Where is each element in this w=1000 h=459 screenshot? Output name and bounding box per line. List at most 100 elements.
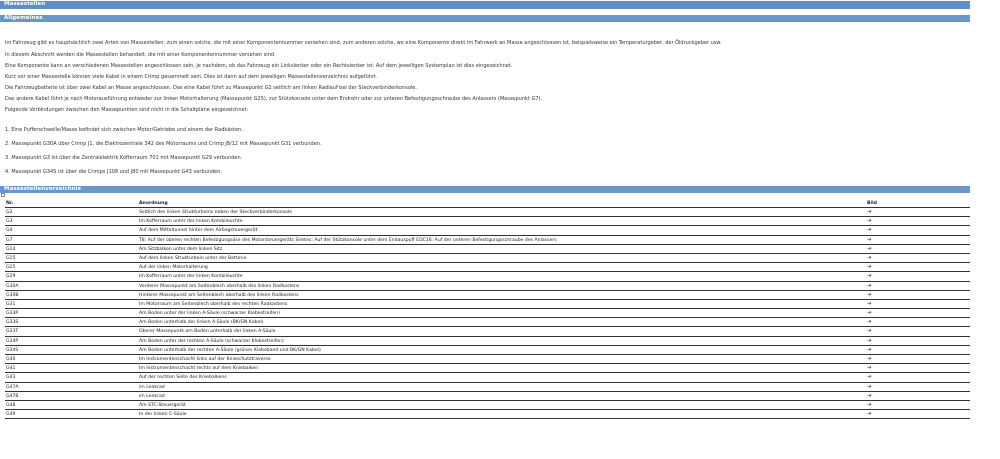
picture-link-arrow-icon[interactable]: ➜ (867, 291, 872, 300)
picture-link-arrow-icon[interactable]: ➜ (867, 208, 872, 217)
numbered-item-3: 3. Massepunkt G3 ist über die Zentralele… (5, 155, 243, 161)
ground-point-location: In der linken C-Säule (139, 412, 187, 418)
table-row: G14 Am Sitzbalken unter dem linken Sitz ➜ (5, 245, 970, 254)
table-row: G4 Auf dem Mitteltunnel hinter dem Airbag… (5, 226, 970, 236)
ground-point-number: G48 (6, 402, 16, 408)
numbered-item-1: 1. Eine Pufferschwelle/Masse befindet si… (5, 127, 243, 133)
table-body: G2 Seitlich des linken Strukturbeins nebe… (5, 208, 970, 420)
intro-paragraph-1: Im Fahrzeug gibt es hauptsächlich zwei A… (5, 40, 722, 46)
ground-point-number: G34P (6, 338, 19, 344)
ground-point-number: G41 (6, 366, 16, 372)
picture-link-arrow-icon[interactable]: ➜ (867, 410, 872, 419)
ground-point-number: G30B (6, 292, 19, 298)
table-row: G29 Im Kofferraum unter der linken Kombil… (5, 272, 970, 282)
picture-link-arrow-icon[interactable]: ➜ (867, 346, 872, 355)
ground-point-location: Vorderer Massepunkt am Seitenblech oberh… (139, 283, 300, 289)
table-row: G30B Hinterer Massepunkt am Seitenblech o… (5, 291, 970, 300)
intro-paragraph-2: In diesem Abschnitt werden die Massestel… (5, 52, 276, 58)
table-header-row: Nr. Anordnung Bild (5, 200, 970, 208)
numbered-item-2: 2. Massepunkt G30A über Crimp J1, die El… (5, 141, 322, 147)
ground-point-number: G33P (6, 311, 19, 317)
picture-link-arrow-icon[interactable]: ➜ (867, 236, 872, 245)
ground-point-number: G7 (6, 237, 13, 243)
table-row: G33S Am Boden unterhalb der linken A-Säul… (5, 318, 970, 328)
picture-link-arrow-icon[interactable]: ➜ (867, 300, 872, 309)
ground-point-location: Am Boden unterhalb der rechten A-Säule (… (139, 347, 321, 353)
picture-link-arrow-icon[interactable]: ➜ (867, 263, 872, 272)
ground-point-location: Im Kofferraum unter der linken Kombileuc… (139, 274, 243, 280)
ground-point-location: Hinterer Massepunkt am Seitenblech oberh… (139, 292, 299, 298)
ground-point-location: Auf der linken Motorhalterung (139, 265, 208, 271)
picture-link-arrow-icon[interactable]: ➜ (867, 217, 872, 226)
ground-point-location: Im Instrumentenschacht rechts auf dem Kn… (139, 366, 259, 372)
ground-point-location: im Lenkrad (139, 384, 165, 390)
table-row: G48 Am STC-Steuergerät ➜ (5, 401, 970, 411)
table-row: G25 Auf der linken Motorhalterung ➜ (5, 263, 970, 273)
ground-point-location: Auf der rechten Seite des Kniebalkens (139, 375, 227, 381)
table-row: G15 Auf dem linken Strukturbein unter der… (5, 254, 970, 264)
column-header-bild: Bild (867, 201, 877, 206)
ground-point-number: G3 (6, 219, 13, 225)
picture-link-arrow-icon[interactable]: ➜ (867, 318, 872, 327)
picture-link-arrow-icon[interactable]: ➜ (867, 337, 872, 346)
picture-link-arrow-icon[interactable]: ➜ (867, 309, 872, 318)
picture-link-arrow-icon[interactable]: ➜ (867, 355, 872, 364)
ground-point-number: G33S (6, 320, 19, 326)
intro-paragraph-4: Kurz vor einer Massestelle können viele … (5, 74, 378, 80)
ground-point-location: Auf dem linken Strukturbein unter der Ba… (139, 255, 247, 261)
section-header-general: Allgemeines (0, 15, 970, 22)
picture-link-arrow-icon[interactable]: ➜ (867, 282, 872, 291)
picture-link-arrow-icon[interactable]: ➜ (867, 373, 872, 382)
picture-link-arrow-icon[interactable]: ➜ (867, 272, 872, 281)
ground-point-number: G34S (6, 347, 19, 353)
picture-link-arrow-icon[interactable]: ➜ (867, 254, 872, 263)
picture-link-arrow-icon[interactable]: ➜ (867, 226, 872, 235)
ground-point-location: Am STC-Steuergerät (139, 402, 186, 408)
ground-point-location: Seitlich des linken Strukturbeins neben … (139, 210, 292, 215)
picture-link-arrow-icon[interactable]: ➜ (867, 364, 872, 373)
page-title-bar: Massestellen (0, 1, 970, 9)
ground-point-location: Am Boden unter der rechten A-Säule (schw… (139, 338, 284, 344)
ground-point-number: G14 (6, 246, 16, 252)
ground-point-location: Im Motorraum am Seitenblech oberhalb des… (139, 301, 288, 307)
picture-link-arrow-icon[interactable]: ➜ (867, 392, 872, 401)
table-row: G49 In der linken C-Säule ➜ (5, 410, 970, 420)
ground-point-number: G15 (6, 255, 16, 261)
numbered-item-4: 4. Massepunkt G34S ist über die Crimps J… (5, 169, 222, 175)
ground-point-number: G4 (6, 228, 13, 234)
ground-point-number: G49 (6, 412, 16, 418)
picture-link-arrow-icon[interactable]: ➜ (867, 327, 872, 336)
intro-paragraph-7: Folgende Verbindungen zwischen den Masse… (5, 107, 249, 113)
table-row: G47B im Lenkrad ➜ (5, 392, 970, 401)
table-row: G30A Vorderer Massepunkt am Seitenblech o… (5, 282, 970, 291)
ground-points-table: Nr. Anordnung Bild G2 Seitlich des linken… (5, 200, 970, 420)
intro-paragraph-6: Das andere Kabel führt je nach Motorausf… (5, 96, 543, 102)
ground-point-location: T8: Auf der oberen rechten Befestigungsö… (139, 237, 557, 243)
intro-paragraph-5: Die Fahrzeugbatterie ist über zwei Kabel… (5, 85, 417, 91)
ground-point-number: G47A (6, 384, 19, 390)
table-row: G47A im Lenkrad ➜ (5, 383, 970, 392)
table-row: G3 Im Kofferraum unter der linken Kombile… (5, 217, 970, 227)
picture-link-arrow-icon[interactable]: ➜ (867, 245, 872, 254)
section-header-list: Massestellenverzeichnis (0, 186, 970, 193)
ground-point-location: Auf dem Mitteltunnel hinter dem Airbagst… (139, 228, 258, 234)
ground-point-location: Im Instrumentenschacht links auf der Kni… (139, 357, 271, 362)
anchor-icon (1, 193, 5, 197)
table-row: G31 Im Motorraum am Seitenblech oberhalb … (5, 300, 970, 310)
table-row: G41 Im Instrumentenschacht rechts auf dem… (5, 364, 970, 374)
ground-point-location: Im Kofferraum unter der linken Kombileuc… (139, 219, 243, 225)
section-title-general: Allgemeines (4, 15, 43, 21)
ground-point-number: G25 (6, 265, 16, 271)
ground-point-number: G43 (6, 375, 16, 381)
section-title-list: Massestellenverzeichnis (4, 186, 81, 192)
picture-link-arrow-icon[interactable]: ➜ (867, 401, 872, 410)
ground-point-number: G33T (6, 329, 19, 335)
column-header-anordnung: Anordnung (139, 201, 168, 206)
ground-point-location: im Lenkrad (139, 393, 165, 399)
picture-link-arrow-icon[interactable]: ➜ (867, 383, 872, 392)
ground-point-number: G30A (6, 283, 19, 289)
ground-point-location: Am Boden unterhalb der linken A-Säule (B… (139, 320, 264, 326)
ground-point-number: G29 (6, 274, 16, 280)
table-row: G34P Am Boden unter der rechten A-Säule (… (5, 337, 970, 346)
ground-point-number: G2 (6, 210, 13, 215)
